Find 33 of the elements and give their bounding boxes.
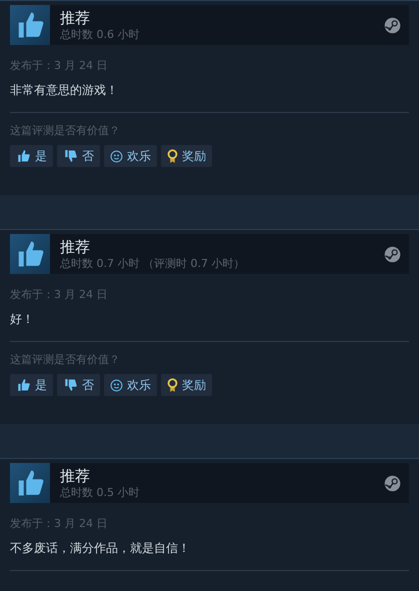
smiley-icon <box>110 150 123 162</box>
thumbs-down-icon <box>63 378 78 392</box>
vote-button[interactable]: 否 <box>57 145 100 167</box>
medal-icon <box>167 378 178 392</box>
review-rating: 推荐 <box>60 466 91 486</box>
review-text: 非常有意思的游戏！ <box>10 82 119 98</box>
thumbs-down-icon <box>63 149 78 163</box>
smiley-icon <box>110 378 123 392</box>
thumbs-up-icon <box>16 378 31 392</box>
vote-button[interactable]: 是 <box>10 145 53 167</box>
vote-button[interactable]: 奖励 <box>161 374 212 396</box>
thumbs-up-icon <box>16 149 31 163</box>
helpful-question: 这篇评测是否有价值？ <box>10 122 121 138</box>
review-text: 不多废话，满分作品，就是自信！ <box>10 540 191 556</box>
steam-logo-icon <box>384 16 401 34</box>
vote-button[interactable]: 是 <box>10 374 53 396</box>
playtime: 总时数 0.5 小时 <box>60 486 140 500</box>
vote-button[interactable]: 否 <box>57 374 100 396</box>
medal-icon <box>167 148 178 164</box>
playtime: 总时数 0.7 小时 （评测时 0.7 小时） <box>60 256 246 270</box>
playtime: 总时数 0.6 小时 <box>60 28 140 42</box>
steam-logo-icon <box>384 246 401 262</box>
vote-button[interactable]: 欢乐 <box>104 374 157 396</box>
review-rating: 推荐 <box>60 238 91 256</box>
review-text: 好！ <box>10 310 35 328</box>
posted-date: 发布于：3 月 24 日 <box>10 287 108 303</box>
posted-date: 发布于：3 月 24 日 <box>10 516 108 532</box>
steam-logo-icon <box>384 474 401 492</box>
vote-button[interactable]: 欢乐 <box>104 145 157 167</box>
helpful-question: 这篇评测是否有价值？ <box>10 352 121 368</box>
vote-button[interactable]: 奖励 <box>161 145 212 167</box>
posted-date: 发布于：3 月 24 日 <box>10 58 108 74</box>
review-rating: 推荐 <box>60 8 91 28</box>
